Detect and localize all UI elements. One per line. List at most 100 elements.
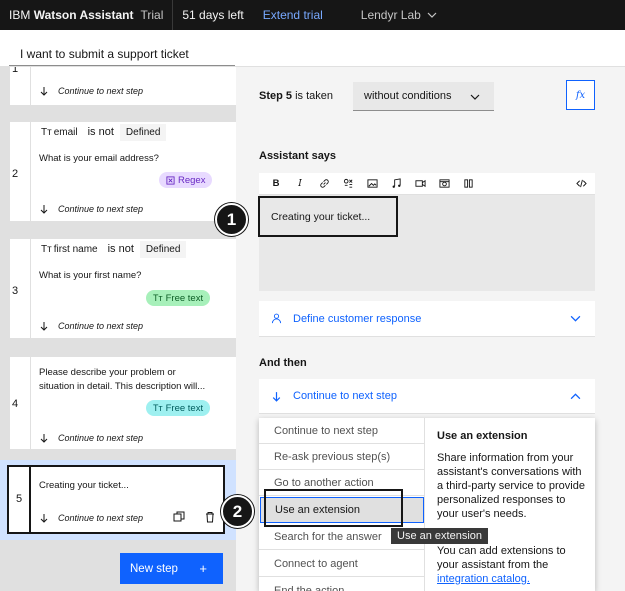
regex-icon bbox=[166, 175, 175, 185]
step-card-4[interactable]: 4 Please describe your problem or situat… bbox=[9, 356, 236, 450]
action-title-bar: I want to submit a support ticket bbox=[0, 30, 625, 67]
arrow-down-icon bbox=[272, 391, 281, 402]
info-description: Share information from your assistant's … bbox=[437, 452, 585, 520]
step-editor: Step 5 is taken without conditions fx As… bbox=[236, 67, 625, 591]
menu-option-continue[interactable]: Continue to next step bbox=[259, 418, 424, 444]
step-condition[interactable]: Tт first name is not Defined bbox=[37, 241, 187, 258]
condition-value: Defined bbox=[139, 241, 187, 258]
menu-option-use-extension[interactable]: Use an extension bbox=[260, 497, 424, 523]
step-body: Tт first name is not Defined What is your… bbox=[30, 239, 236, 338]
extend-trial-link[interactable]: Extend trial bbox=[263, 8, 323, 22]
continue-label: Continue to next step bbox=[39, 433, 143, 443]
days-left: 51 days left bbox=[182, 8, 244, 22]
define-response-label: Define customer response bbox=[293, 312, 422, 325]
trash-icon[interactable] bbox=[204, 511, 216, 523]
continue-label: Continue to next step bbox=[39, 86, 143, 96]
step-number: 5 bbox=[15, 493, 23, 505]
condition-operator: is not bbox=[87, 126, 114, 138]
condition-variable: Tт email bbox=[37, 124, 82, 141]
condition-variable: Tт first name bbox=[37, 241, 102, 258]
continue-label: Continue to next step bbox=[39, 513, 143, 523]
workspace-switcher[interactable]: Lendyr Lab bbox=[361, 8, 421, 22]
condition-select[interactable]: without conditions bbox=[353, 82, 494, 111]
chevron-up-icon bbox=[570, 392, 581, 399]
and-then-menu: Continue to next step Re-ask previous st… bbox=[259, 418, 595, 591]
tag-label: Free text bbox=[165, 292, 204, 304]
tooltip: Use an extension bbox=[391, 528, 488, 544]
continue-text: Continue to next step bbox=[58, 321, 144, 331]
step-taken-label: Step 5 is taken bbox=[259, 90, 333, 102]
fx-button[interactable]: fx bbox=[566, 80, 595, 110]
define-response-button[interactable]: Define customer response bbox=[259, 301, 595, 337]
step-question: What is your first name? bbox=[39, 270, 142, 281]
step-condition[interactable]: Tт email is not Defined bbox=[37, 124, 167, 141]
condition-select-value: without conditions bbox=[364, 90, 452, 102]
taken-text: is taken bbox=[295, 90, 333, 102]
step-number: 3 bbox=[11, 285, 19, 297]
iframe-icon[interactable] bbox=[434, 174, 454, 194]
continue-text: Continue to next step bbox=[58, 513, 144, 523]
bold-icon[interactable]: B bbox=[266, 174, 286, 194]
duplicate-icon[interactable] bbox=[173, 511, 185, 523]
assistant-message[interactable]: Creating your ticket... bbox=[258, 196, 398, 237]
continue-label: Continue to next step bbox=[39, 204, 143, 214]
integration-catalog-link[interactable]: integration catalog. bbox=[437, 573, 530, 585]
italic-icon[interactable]: I bbox=[290, 174, 310, 194]
response-type-tag: Tт Free text bbox=[146, 400, 211, 416]
arrow-down-icon bbox=[40, 87, 48, 96]
callout-badge-1: 1 bbox=[215, 203, 248, 236]
and-then-value: Continue to next step bbox=[293, 390, 397, 402]
condition-value: Defined bbox=[119, 124, 167, 141]
continue-text: Continue to next step bbox=[58, 433, 144, 443]
text-type-icon: Tт bbox=[153, 403, 163, 413]
menu-option-reask[interactable]: Re-ask previous step(s) bbox=[259, 444, 424, 470]
question-line: situation in detail. This description wi… bbox=[39, 381, 206, 392]
text-type-icon: Tт bbox=[41, 244, 52, 255]
step-number: 4 bbox=[11, 398, 19, 410]
step-card-1[interactable]: 1 Continue to next step bbox=[9, 67, 236, 106]
step-body: Please describe your problem or situatio… bbox=[30, 357, 236, 449]
step-number: 2 bbox=[11, 168, 19, 180]
arrow-down-icon bbox=[40, 434, 48, 443]
arrow-down-icon bbox=[40, 205, 48, 214]
step-question: Please describe your problem or situatio… bbox=[39, 366, 205, 394]
variable-icon[interactable] bbox=[338, 174, 358, 194]
link-icon[interactable] bbox=[314, 174, 334, 194]
plus-icon: + bbox=[199, 561, 207, 576]
step-body: Tт email is not Defined What is your emai… bbox=[30, 122, 236, 221]
step-card-3[interactable]: 3 Tт first name is not Defined What is yo… bbox=[9, 238, 236, 339]
info-text: You can add extensions to your assistant… bbox=[437, 545, 566, 571]
step-label: Step 5 bbox=[259, 90, 293, 102]
new-step-button[interactable]: New step + bbox=[120, 553, 223, 584]
menu-option-connect-agent[interactable]: Connect to agent bbox=[259, 551, 424, 577]
chevron-down-icon[interactable] bbox=[427, 10, 437, 20]
chevron-down-icon bbox=[570, 315, 581, 322]
and-then-dropdown[interactable]: Continue to next step bbox=[259, 379, 595, 414]
image-icon[interactable] bbox=[362, 174, 382, 194]
arrow-down-icon bbox=[40, 322, 48, 331]
tag-label: Regex bbox=[178, 174, 206, 186]
continue-text: Continue to next step bbox=[58, 86, 144, 96]
variable-name: email bbox=[53, 127, 78, 138]
divider bbox=[172, 0, 174, 30]
callout-badge-2: 2 bbox=[221, 495, 254, 528]
action-title[interactable]: I want to submit a support ticket bbox=[20, 47, 189, 61]
menu-option-end-action[interactable]: End the action bbox=[259, 578, 424, 591]
chevron-down-icon bbox=[470, 94, 480, 100]
continue-label: Continue to next step bbox=[39, 321, 143, 331]
continue-text: Continue to next step bbox=[58, 204, 144, 214]
product-name[interactable]: IBM Watson Assistant bbox=[0, 8, 133, 22]
music-icon[interactable] bbox=[386, 174, 406, 194]
step-card-5[interactable]: 5 Creating your ticket... Continue to ne… bbox=[7, 465, 225, 534]
columns-icon[interactable] bbox=[458, 174, 478, 194]
step-card-2[interactable]: 2 Tт email is not Defined What is your em… bbox=[9, 121, 236, 222]
arrow-down-icon bbox=[40, 514, 48, 523]
condition-operator: is not bbox=[107, 243, 134, 255]
menu-option-go-to-action[interactable]: Go to another action bbox=[259, 470, 424, 496]
trial-label: Trial bbox=[140, 8, 164, 22]
top-bar: IBM Watson Assistant Trial 51 days left … bbox=[0, 0, 625, 30]
code-icon[interactable] bbox=[571, 174, 591, 194]
video-icon[interactable] bbox=[410, 174, 430, 194]
step-list: 1 Continue to next step 2 Tт email is not… bbox=[0, 67, 236, 591]
text-type-icon: Tт bbox=[41, 127, 52, 138]
